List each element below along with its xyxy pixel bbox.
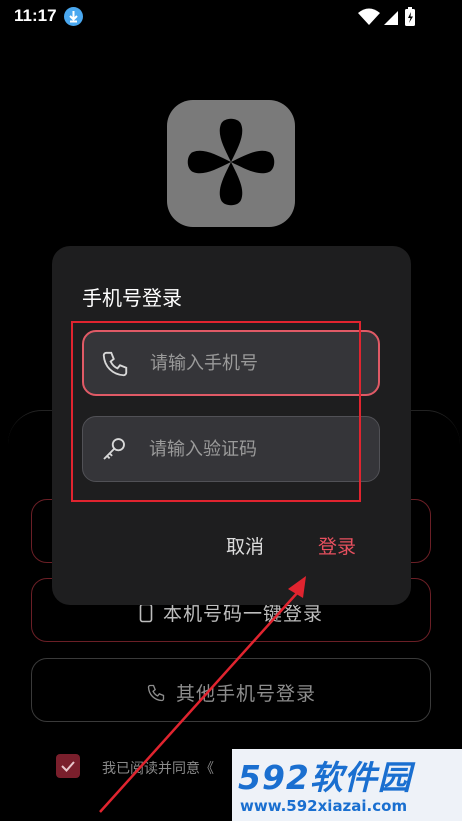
watermark-url: www.592xiazai.com <box>240 797 408 815</box>
annotation-arrow <box>99 576 306 813</box>
watermark-panel: 592软件园 www.592xiazai.com <box>232 749 462 821</box>
watermark-brand: 592软件园 <box>238 758 412 797</box>
